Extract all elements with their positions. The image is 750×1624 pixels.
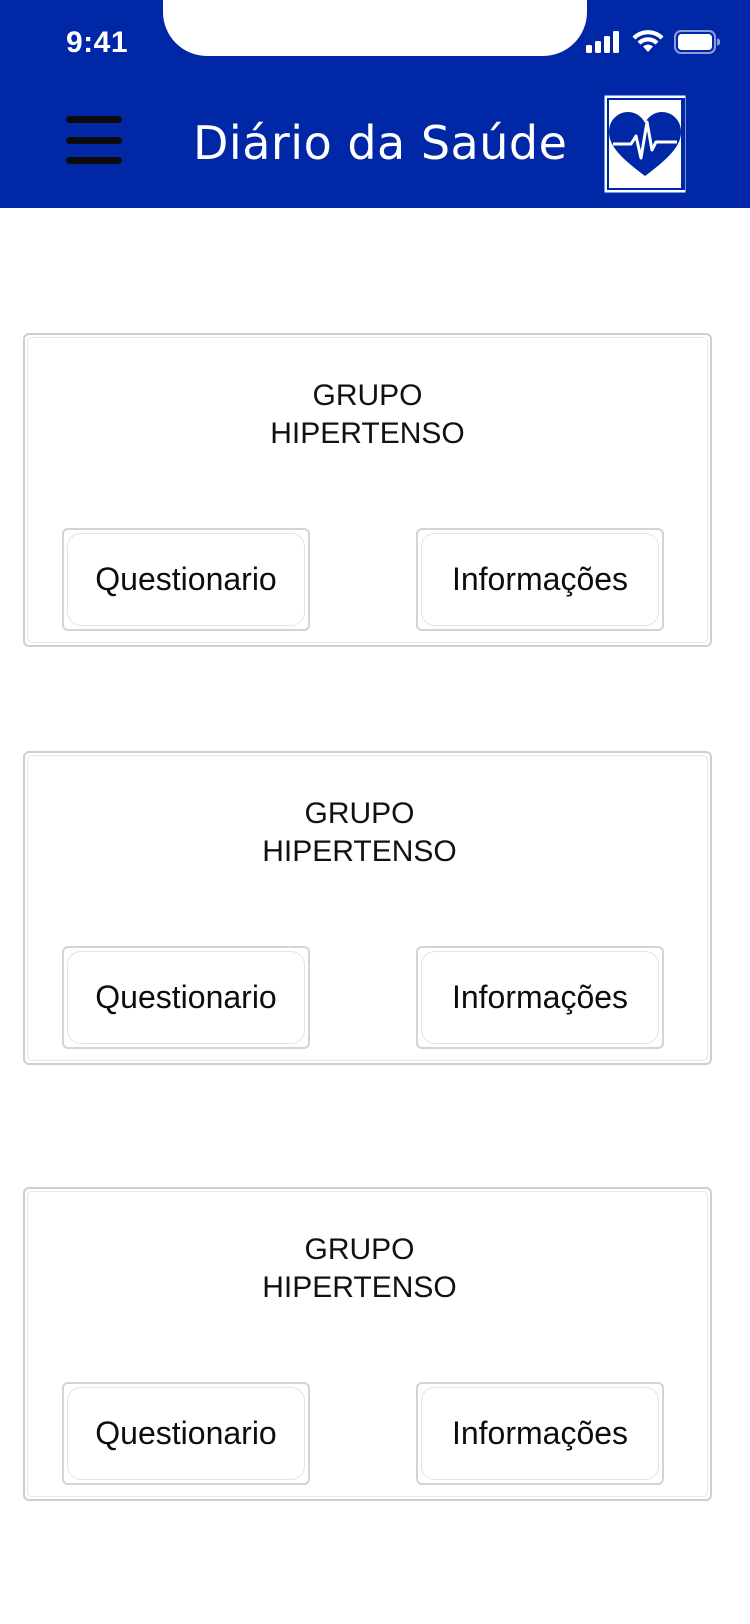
app-header: 9:41 Diário da Saúde <box>0 0 750 208</box>
battery-icon <box>674 30 720 54</box>
group-title-line1: GRUPO <box>304 1233 415 1266</box>
informacoes-button[interactable]: Informações <box>416 946 664 1049</box>
group-card: GRUPO HIPERTENSO Questionario Informaçõe… <box>23 751 712 1065</box>
cellular-signal-icon <box>586 31 619 53</box>
menu-bar <box>66 157 122 164</box>
group-card: GRUPO HIPERTENSO Questionario Informaçõe… <box>23 333 712 647</box>
group-title: GRUPO HIPERTENSO <box>25 377 710 453</box>
screen: 9:41 Diário da Saúde GRUPO HIPERTENSO Qu… <box>0 0 750 1624</box>
app-title: Diário da Saúde <box>193 116 568 170</box>
group-card: GRUPO HIPERTENSO Questionario Informaçõe… <box>23 1187 712 1501</box>
group-title-line1: GRUPO <box>312 379 423 412</box>
questionario-button[interactable]: Questionario <box>62 1382 310 1485</box>
informacoes-button[interactable]: Informações <box>416 1382 664 1485</box>
hamburger-menu-icon[interactable] <box>66 112 124 168</box>
informacoes-button[interactable]: Informações <box>416 528 664 631</box>
questionario-button[interactable]: Questionario <box>62 946 310 1049</box>
status-icons <box>586 30 720 54</box>
group-title-line2: HIPERTENSO <box>262 835 457 868</box>
questionario-button[interactable]: Questionario <box>62 528 310 631</box>
group-title: GRUPO HIPERTENSO <box>9 1231 710 1307</box>
device-notch <box>163 0 587 56</box>
group-title-line2: HIPERTENSO <box>262 1271 457 1304</box>
menu-bar <box>66 116 122 123</box>
wifi-icon <box>632 30 664 52</box>
heart-book-logo-icon <box>601 92 689 196</box>
group-title: GRUPO HIPERTENSO <box>9 795 710 871</box>
status-time: 9:41 <box>66 26 129 59</box>
group-title-line2: HIPERTENSO <box>270 417 465 450</box>
group-title-line1: GRUPO <box>304 797 415 830</box>
menu-bar <box>66 136 122 144</box>
